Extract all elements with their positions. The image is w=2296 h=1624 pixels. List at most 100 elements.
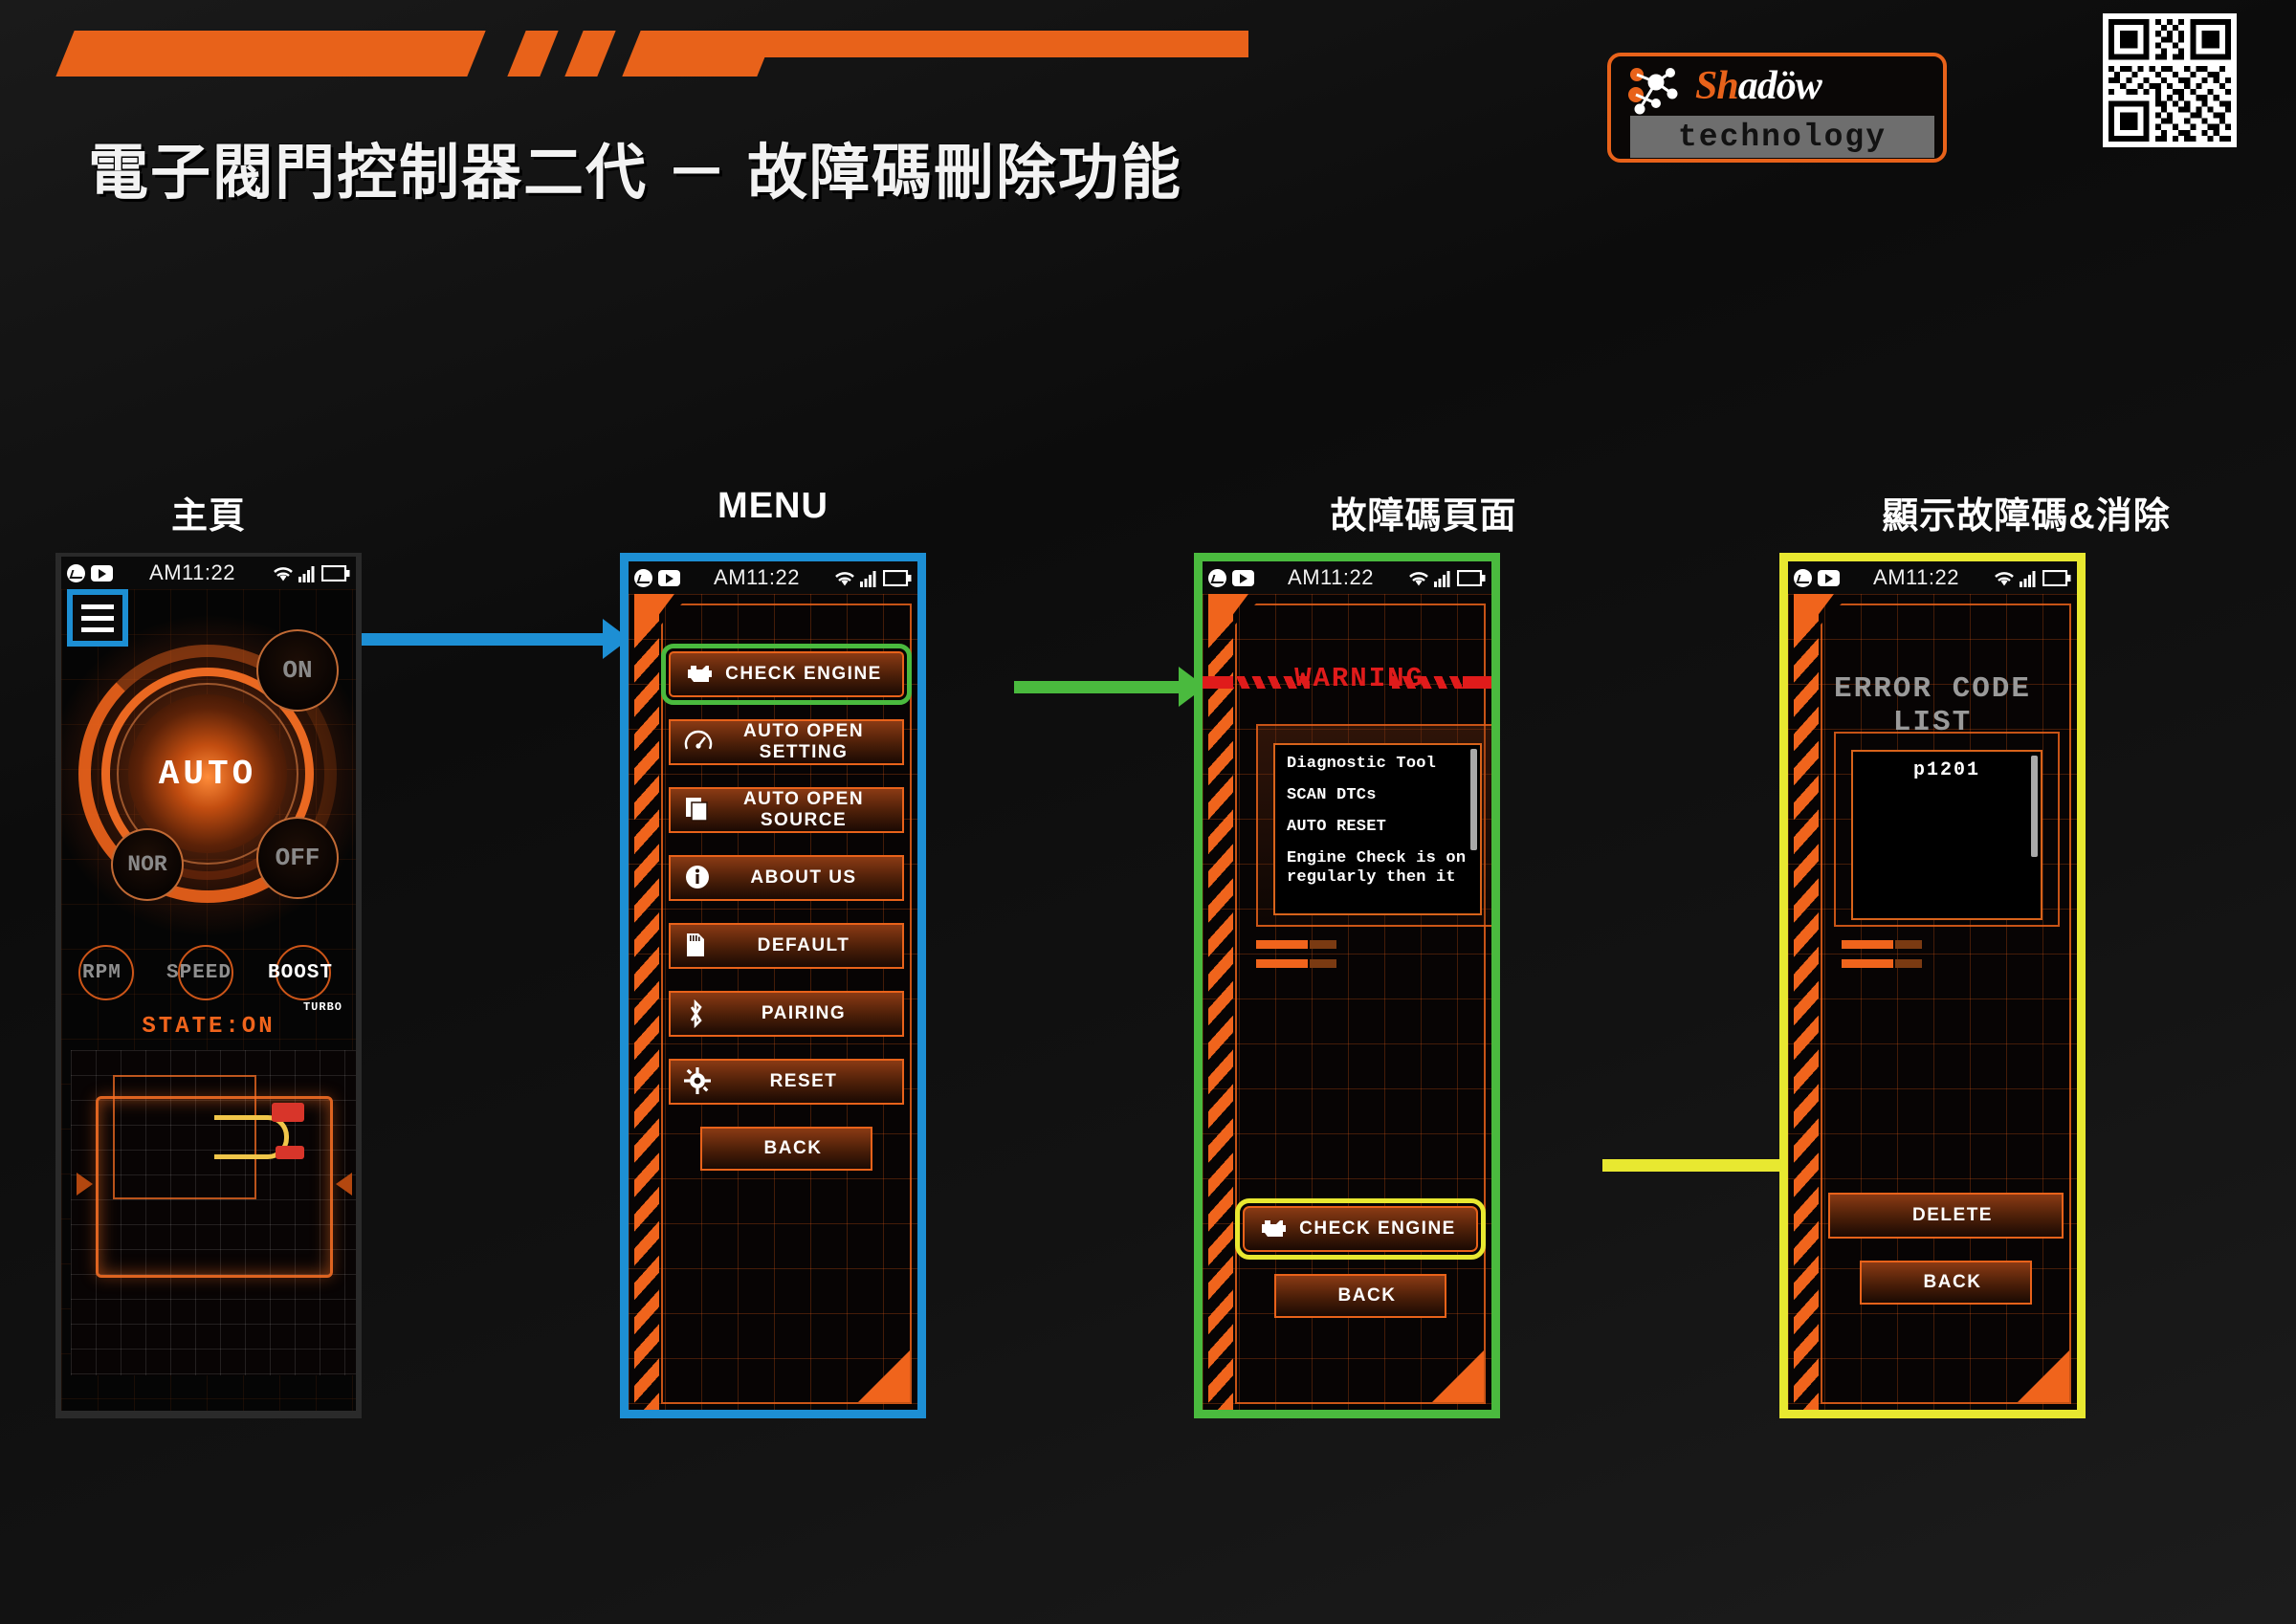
gauge-boost-sublabel: TURBO	[302, 1000, 342, 1014]
slide-root: 電子閥門控制器二代 － 故障碼刪除功能 Shadöw technology 主頁…	[0, 0, 2296, 1624]
diagnostic-line: Engine Check is on regularly then it	[1287, 849, 1467, 888]
hazard-stripes	[634, 594, 659, 1410]
home-screen: AM11:22 AUTO ON OFF NOR RPM SPEED BOOST …	[61, 557, 356, 1411]
status-time: AM11:22	[1288, 565, 1374, 589]
hazard-stripes	[1208, 594, 1233, 1410]
menu-item-label: AUTO OPEN SETTING	[742, 721, 865, 762]
wifi-icon	[1409, 571, 1428, 585]
signal-icon	[860, 570, 876, 587]
menu-item-auto-open-source[interactable]: AUTO OPEN SOURCE	[669, 787, 904, 833]
menu-item-auto-open-setting[interactable]: AUTO OPEN SETTING	[669, 719, 904, 765]
column-label-display: 顯示故障碼&消除	[1882, 496, 2171, 537]
gear-icon	[684, 1067, 715, 1096]
brand-logo: Shadöw technology	[1607, 53, 1947, 163]
status-bar: AM11:22	[61, 557, 356, 589]
warning-back-button[interactable]: BACK	[1274, 1274, 1446, 1318]
youtube-icon	[91, 564, 113, 582]
brand-tagline: technology	[1677, 119, 1888, 155]
warning-check-engine-label: CHECK ENGINE	[1299, 1218, 1456, 1239]
menu-list: CHECK ENGINE AUTO OPEN SETTING AUTO OPEN…	[661, 644, 912, 1171]
status-time: AM11:22	[149, 560, 235, 584]
mode-button-off[interactable]: OFF	[256, 817, 339, 899]
sdcard-icon	[684, 932, 715, 960]
warning-label: WARNING	[1294, 663, 1424, 694]
gauge-row: RPM SPEED BOOST TURBO	[71, 945, 356, 1014]
warning-screen: AM11:22 WARNING Diagnostic Tool SCAN DTC…	[1203, 561, 1491, 1410]
hamburger-menu-button[interactable]	[67, 589, 128, 647]
bluetooth-icon	[684, 999, 715, 1029]
battery-icon	[1457, 569, 1486, 586]
menu-back-label: BACK	[763, 1138, 823, 1158]
menu-item-default[interactable]: DEFAULT	[669, 923, 904, 969]
blueprint-arrow-left-icon	[77, 1173, 93, 1196]
battery-icon	[321, 564, 350, 582]
phone-warning-screen: AM11:22 WARNING Diagnostic Tool SCAN DTC…	[1194, 553, 1500, 1418]
mode-dial-label: AUTO	[158, 754, 257, 794]
menu-background: CHECK ENGINE AUTO OPEN SETTING AUTO OPEN…	[629, 594, 917, 1410]
gauge-boost[interactable]: BOOST	[268, 962, 333, 984]
delete-button[interactable]: DELETE	[1828, 1193, 2064, 1239]
diagnostic-text-panel[interactable]: Diagnostic Tool SCAN DTCs AUTO RESET Eng…	[1273, 743, 1482, 915]
brand-wordmark-prefix: Sh	[1695, 64, 1739, 108]
messenger-icon	[1208, 568, 1226, 587]
diagnostic-line: Diagnostic Tool	[1287, 755, 1437, 773]
warning-back-label: BACK	[1337, 1285, 1397, 1306]
gauge-rpm[interactable]: RPM	[82, 962, 121, 984]
gauge-icon	[684, 728, 715, 757]
delete-label: DELETE	[1912, 1205, 1993, 1225]
menu-item-check-engine[interactable]: CHECK ENGINE	[661, 644, 912, 705]
flow-arrow-menu-to-warning	[1014, 667, 1205, 707]
status-bar: AM11:22	[1788, 561, 2077, 594]
brand-tagline-plate: technology	[1630, 116, 1934, 158]
youtube-icon	[658, 569, 680, 586]
engine-icon	[1258, 1215, 1289, 1243]
column-label-home: 主頁	[170, 496, 247, 537]
battery-icon	[883, 569, 912, 586]
youtube-icon	[1818, 569, 1840, 586]
signal-icon	[1434, 570, 1450, 587]
info-icon	[684, 864, 715, 892]
scrollbar-thumb[interactable]	[1470, 749, 1477, 850]
menu-item-pairing[interactable]: PAIRING	[669, 991, 904, 1037]
documents-icon	[684, 796, 715, 824]
mode-button-nor[interactable]: NOR	[111, 828, 184, 901]
state-indicator: STATE:ON	[142, 1014, 276, 1040]
phone-menu-screen: AM11:22 CHECK ENGINE AUTO OPEN SETTING A…	[620, 553, 926, 1418]
blueprint-arrow-right-icon	[336, 1173, 352, 1196]
menu-item-about-us[interactable]: ABOUT US	[669, 855, 904, 901]
messenger-icon	[67, 563, 85, 582]
messenger-icon	[1794, 568, 1812, 587]
error-list-title: ERROR CODE LIST	[1833, 672, 2032, 739]
phone-error-list-screen: AM11:22 ERROR CODE LIST p1201 DELETE BAC…	[1779, 553, 2086, 1418]
brand-wordmark-suffix: adöw	[1737, 64, 1822, 108]
messenger-icon	[634, 568, 652, 587]
error-list-background: ERROR CODE LIST p1201 DELETE BACK	[1788, 594, 2077, 1410]
decor-dash-line	[1256, 959, 1336, 968]
scrollbar-thumb[interactable]	[2031, 756, 2038, 857]
error-code-list-box[interactable]: p1201	[1851, 750, 2042, 920]
warning-background: WARNING Diagnostic Tool SCAN DTCs AUTO R…	[1203, 594, 1491, 1410]
phone-home-screen: AM11:22 AUTO ON OFF NOR RPM SPEED BOOST …	[55, 553, 362, 1418]
page-title: 電子閥門控制器二代 － 故障碼刪除功能	[88, 140, 1183, 207]
mode-button-on[interactable]: ON	[256, 629, 339, 712]
warning-check-engine-button[interactable]: CHECK ENGINE	[1235, 1198, 1486, 1260]
wifi-icon	[835, 571, 854, 585]
column-label-dtc: 故障碼頁面	[1330, 496, 1517, 537]
signal-icon	[2020, 570, 2036, 587]
qr-code	[2103, 13, 2237, 147]
menu-item-label: ABOUT US	[750, 867, 857, 888]
wifi-icon	[274, 566, 293, 581]
exhaust-blueprint-diagram	[71, 1050, 356, 1375]
menu-item-reset[interactable]: RESET	[669, 1059, 904, 1105]
engine-icon	[684, 660, 715, 689]
status-bar: AM11:22	[1203, 561, 1491, 594]
decor-dash-line	[1842, 940, 1922, 949]
youtube-icon	[1232, 569, 1254, 586]
menu-back-button[interactable]: BACK	[700, 1127, 872, 1171]
error-list-screen: AM11:22 ERROR CODE LIST p1201 DELETE BAC…	[1788, 561, 2077, 1410]
battery-icon	[2042, 569, 2071, 586]
menu-item-label: DEFAULT	[757, 935, 850, 955]
error-list-back-button[interactable]: BACK	[1860, 1261, 2032, 1305]
gauge-speed[interactable]: SPEED	[166, 962, 232, 984]
menu-screen: AM11:22 CHECK ENGINE AUTO OPEN SETTING A…	[629, 561, 917, 1410]
